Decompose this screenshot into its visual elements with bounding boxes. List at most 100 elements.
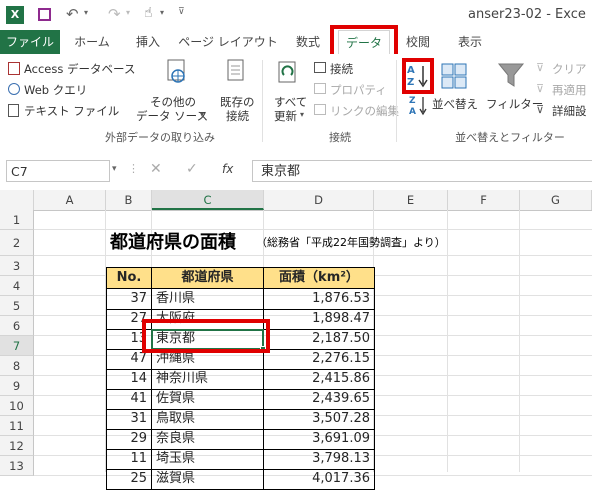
edit-links-button[interactable]: リンクの編集	[330, 103, 399, 119]
column-header-g[interactable]: G	[520, 190, 592, 210]
row-header[interactable]: 5	[0, 296, 34, 316]
column-headers: A B C D E F G	[0, 190, 592, 211]
cell-area[interactable]: 3,507.28	[263, 409, 375, 430]
sort-descending-icon[interactable]: ZA	[408, 94, 428, 117]
ribbon: Access データベース Web クエリ テキスト ファイル その他の データ…	[0, 54, 592, 151]
cell-no[interactable]: 37	[106, 289, 152, 310]
row-header[interactable]: 10	[0, 396, 34, 416]
refresh-all-icon	[276, 60, 300, 88]
filter-button[interactable]: フィルター	[486, 96, 543, 112]
existing-connections-icon	[225, 58, 247, 88]
tab-formulas[interactable]: 数式	[286, 30, 330, 54]
undo-icon[interactable]: ↶	[66, 5, 79, 23]
sheet-subtitle[interactable]: （総務省「平成22年国勢調査」より）	[256, 233, 446, 253]
column-header-c[interactable]: C	[152, 190, 264, 210]
dropdown-icon[interactable]: ▾	[112, 164, 117, 174]
row-header[interactable]: 2	[0, 230, 34, 256]
tab-insert[interactable]: 挿入	[124, 30, 172, 54]
other-sources-button[interactable]: データ ソース	[136, 108, 208, 124]
formula-input[interactable]: 東京都	[252, 160, 592, 182]
header-no[interactable]: No.	[106, 267, 152, 289]
enter-icon[interactable]: ✓	[186, 161, 198, 177]
dropdown-icon[interactable]: ▾	[84, 8, 88, 17]
column-header-e[interactable]: E	[374, 190, 448, 210]
customize-qat-icon[interactable]: ⊽	[178, 7, 185, 17]
resize-handle-icon[interactable]: ⋮	[128, 162, 139, 175]
column-header-b[interactable]: B	[106, 190, 152, 210]
row-header[interactable]: 1	[0, 210, 34, 230]
title-bar: X ↶ ▾ ↷ ▾ ☝ ▾ ⊽ anser23-02 - Exce	[0, 0, 592, 30]
row-header[interactable]: 11	[0, 416, 34, 436]
tab-view[interactable]: 表示	[450, 30, 490, 54]
cell-prefecture[interactable]: 香川県	[151, 289, 264, 310]
cell-prefecture[interactable]: 埼玉県	[151, 449, 264, 470]
dropdown-icon: ▾	[200, 110, 205, 119]
cell-area[interactable]: 2,276.15	[263, 349, 375, 370]
dropdown-icon[interactable]: ▾	[126, 8, 130, 17]
sort-button[interactable]: 並べ替え	[432, 96, 478, 112]
cell-area[interactable]: 2,187.50	[263, 329, 375, 350]
cell-area[interactable]: 4,017.36	[263, 469, 375, 490]
cell-no[interactable]: 25	[106, 469, 152, 490]
cell-prefecture[interactable]: 滋賀県	[151, 469, 264, 490]
cell-prefecture[interactable]: 鳥取県	[151, 409, 264, 430]
properties-icon	[314, 83, 326, 94]
web-query-button[interactable]: Web クエリ	[24, 82, 87, 98]
cell-area[interactable]: 1,876.53	[263, 289, 375, 310]
text-file-button[interactable]: テキスト ファイル	[24, 103, 119, 119]
sheet-title[interactable]: 都道府県の面積	[110, 231, 236, 255]
row-header[interactable]: 4	[0, 276, 34, 296]
header-prefecture[interactable]: 都道府県	[151, 267, 264, 289]
row-header[interactable]: 13	[0, 456, 34, 476]
excel-logo-icon: X	[6, 6, 24, 24]
cell-no[interactable]: 41	[106, 389, 152, 410]
cell-prefecture[interactable]: 奈良県	[151, 429, 264, 450]
redo-icon[interactable]: ↷	[108, 5, 121, 23]
row-header[interactable]: 3	[0, 256, 34, 276]
insert-function-icon[interactable]: fx	[222, 162, 233, 176]
advanced-button[interactable]: 詳細設	[552, 103, 587, 119]
tab-home[interactable]: ホーム	[66, 30, 118, 54]
row-header[interactable]: 12	[0, 436, 34, 456]
cancel-icon[interactable]: ✕	[150, 161, 162, 177]
cell-area[interactable]: 1,898.47	[263, 309, 375, 330]
refresh-all-button[interactable]: 更新	[274, 108, 297, 124]
ribbon-tabs: ファイル ホーム 挿入 ページ レイアウト 数式 データ 校閲 表示	[0, 30, 592, 55]
cell-area[interactable]: 2,439.65	[263, 389, 375, 410]
name-box[interactable]: C7	[6, 160, 110, 182]
cell-no[interactable]: 11	[106, 449, 152, 470]
tab-page-layout[interactable]: ページ レイアウト	[176, 30, 280, 54]
existing-connections-button[interactable]: 接続	[226, 108, 249, 124]
column-header-a[interactable]: A	[34, 190, 106, 210]
clear-button[interactable]: クリア	[552, 61, 587, 77]
row-header[interactable]: 6	[0, 316, 34, 336]
tab-file[interactable]: ファイル	[0, 30, 60, 54]
cell-prefecture[interactable]: 佐賀県	[151, 389, 264, 410]
tab-review[interactable]: 校閲	[398, 30, 438, 54]
row-header-selected[interactable]: 7	[0, 336, 34, 356]
web-query-icon	[8, 83, 20, 95]
touch-mode-icon[interactable]: ☝	[144, 5, 153, 21]
cell-no[interactable]: 29	[106, 429, 152, 450]
row-header[interactable]: 8	[0, 356, 34, 376]
svg-text:A: A	[409, 107, 416, 116]
properties-button[interactable]: プロパティ	[330, 82, 387, 98]
dropdown-icon[interactable]: ▾	[160, 8, 164, 17]
header-area[interactable]: 面積（km²）	[263, 267, 375, 289]
column-header-f[interactable]: F	[448, 190, 520, 210]
cell-area[interactable]: 2,415.86	[263, 369, 375, 390]
reapply-button[interactable]: 再適用	[552, 82, 587, 98]
column-header-d[interactable]: D	[264, 190, 374, 210]
row-header[interactable]: 9	[0, 376, 34, 396]
cell-area[interactable]: 3,691.09	[263, 429, 375, 450]
cell-prefecture[interactable]: 神奈川県	[151, 369, 264, 390]
select-all-corner[interactable]	[0, 190, 34, 210]
save-icon[interactable]	[38, 8, 51, 21]
cell-no[interactable]: 14	[106, 369, 152, 390]
cell-no[interactable]: 31	[106, 409, 152, 430]
filter-icon	[496, 60, 526, 90]
connections-button[interactable]: 接続	[330, 61, 353, 77]
edit-links-icon	[314, 104, 326, 115]
cell-area[interactable]: 3,798.13	[263, 449, 375, 470]
access-database-button[interactable]: Access データベース	[24, 61, 135, 77]
